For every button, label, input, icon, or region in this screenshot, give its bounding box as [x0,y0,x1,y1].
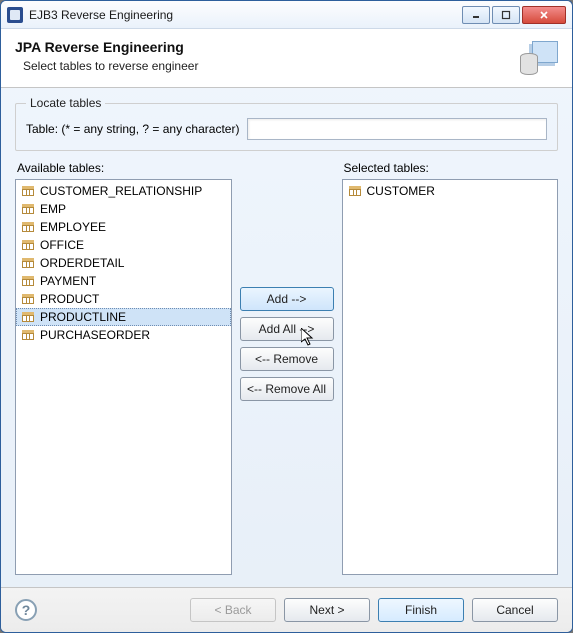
wizard-footer: ? < Back Next > Finish Cancel [1,587,572,632]
maximize-button[interactable] [492,6,520,24]
cancel-button[interactable]: Cancel [472,598,558,622]
app-icon [7,7,23,23]
page-subtitle: Select tables to reverse engineer [23,59,198,73]
table-row[interactable]: PRODUCT [16,290,231,308]
remove-button[interactable]: <-- Remove [240,347,334,371]
table-name: PURCHASEORDER [40,328,150,342]
table-row[interactable]: PURCHASEORDER [16,326,231,344]
add-all-button[interactable]: Add All --> [240,317,334,341]
table-row[interactable]: EMP [16,200,231,218]
table-icon [22,330,34,340]
locate-tables-group: Locate tables Table: (* = any string, ? … [15,96,558,151]
table-row[interactable]: PAYMENT [16,272,231,290]
back-button: < Back [190,598,276,622]
table-name: PAYMENT [40,274,96,288]
table-search-input[interactable] [247,118,547,140]
table-row[interactable]: PRODUCTLINE [16,308,231,326]
table-name: PRODUCT [40,292,99,306]
finish-button[interactable]: Finish [378,598,464,622]
table-icon [22,294,34,304]
available-tables-label: Available tables: [17,161,232,175]
table-icon [22,204,34,214]
table-icon [22,276,34,286]
table-name: CUSTOMER [367,184,435,198]
header-icon [518,39,558,75]
available-tables-list[interactable]: CUSTOMER_RELATIONSHIP EMP EMPLOYEE OFFICE OR… [15,179,232,575]
next-button[interactable]: Next > [284,598,370,622]
table-search-label: Table: (* = any string, ? = any characte… [26,122,239,136]
table-icon [349,186,361,196]
table-icon [22,258,34,268]
table-icon [22,222,34,232]
table-name: EMP [40,202,66,216]
page-title: JPA Reverse Engineering [15,39,198,55]
table-icon [22,186,34,196]
dialog-window: EJB3 Reverse Engineering JPA Reverse Eng… [0,0,573,633]
table-row[interactable]: OFFICE [16,236,231,254]
selected-tables-list[interactable]: CUSTOMER [342,179,559,575]
table-row[interactable]: EMPLOYEE [16,218,231,236]
table-row[interactable]: ORDERDETAIL [16,254,231,272]
table-name: OFFICE [40,238,84,252]
wizard-header: JPA Reverse Engineering Select tables to… [1,29,572,88]
help-icon[interactable]: ? [15,599,37,621]
table-icon [22,312,34,322]
table-name: ORDERDETAIL [40,256,124,270]
selected-tables-label: Selected tables: [344,161,559,175]
remove-all-button[interactable]: <-- Remove All [240,377,334,401]
table-icon [22,240,34,250]
locate-legend: Locate tables [26,96,105,110]
close-button[interactable] [522,6,566,24]
titlebar[interactable]: EJB3 Reverse Engineering [1,1,572,29]
window-title: EJB3 Reverse Engineering [29,8,173,22]
table-name: EMPLOYEE [40,220,106,234]
table-row[interactable]: CUSTOMER [343,182,558,200]
table-name: CUSTOMER_RELATIONSHIP [40,184,202,198]
minimize-button[interactable] [462,6,490,24]
table-row[interactable]: CUSTOMER_RELATIONSHIP [16,182,231,200]
table-name: PRODUCTLINE [40,310,126,324]
add-button[interactable]: Add --> [240,287,334,311]
